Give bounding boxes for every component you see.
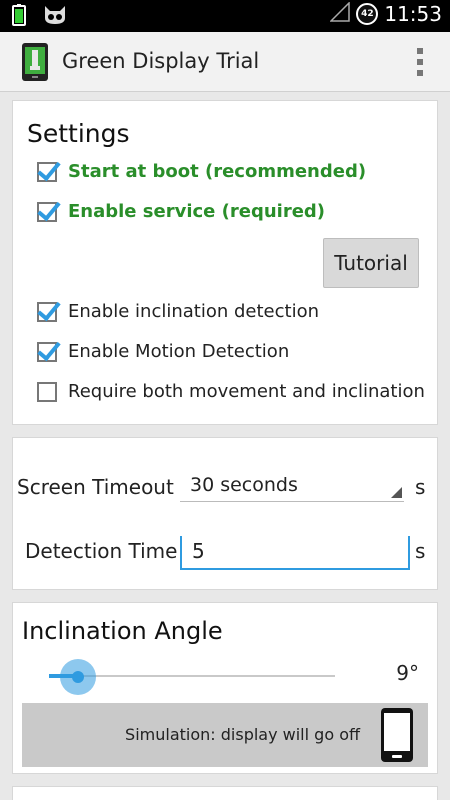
phone-icon <box>380 707 414 763</box>
cyanogen-mascot-icon <box>42 4 68 30</box>
require-both-label: Require both movement and inclination <box>68 381 425 402</box>
inclination-card: Inclination Angle 9° Simulation: display… <box>12 602 438 774</box>
battery-icon <box>12 4 26 30</box>
next-card <box>12 786 438 800</box>
inclination-title: Inclination Angle <box>22 617 223 645</box>
screen-timeout-label: Screen Timeout <box>17 475 174 499</box>
screen-timeout-spinner[interactable]: 30 seconds <box>180 470 404 502</box>
dropdown-arrow-icon <box>391 487 402 498</box>
overflow-menu-icon[interactable] <box>416 48 424 76</box>
status-bar: 42 11:53 <box>0 0 450 32</box>
require-both-option[interactable]: Require both movement and inclination <box>37 381 425 402</box>
inclination-angle-value: 9° <box>396 661 419 685</box>
settings-card: Settings Start at boot (recommended) Ena… <box>12 100 438 425</box>
enable-service-label: Enable service (required) <box>68 201 326 222</box>
slider-thumb[interactable] <box>72 671 84 683</box>
clock: 11:53 <box>384 2 442 26</box>
motion-detection-option[interactable]: Enable Motion Detection <box>37 341 289 362</box>
simulation-text: Simulation: display will go off <box>125 725 360 744</box>
motion-detection-checkbox[interactable] <box>37 341 57 362</box>
enable-service-option[interactable]: Enable service (required) <box>37 201 325 222</box>
screen-timeout-value: 30 seconds <box>190 474 298 496</box>
start-at-boot-checkbox[interactable] <box>37 161 57 182</box>
detection-time-value: 5 <box>192 539 205 563</box>
system-icons: 42 11:53 <box>329 1 442 26</box>
start-at-boot-option[interactable]: Start at boot (recommended) <box>37 161 366 182</box>
timing-card: Screen Timeout 30 seconds s Detection Ti… <box>12 437 438 590</box>
inclination-detection-label: Enable inclination detection <box>68 301 319 322</box>
battery-level-badge: 42 <box>356 3 379 25</box>
simulation-panel: Simulation: display will go off <box>22 703 428 767</box>
enable-service-checkbox[interactable] <box>37 201 57 222</box>
signal-icon <box>329 1 351 26</box>
motion-detection-label: Enable Motion Detection <box>68 341 290 362</box>
require-both-checkbox[interactable] <box>37 381 57 402</box>
detection-time-label: Detection Time <box>25 539 178 563</box>
inclination-detection-checkbox[interactable] <box>37 301 57 322</box>
start-at-boot-label: Start at boot (recommended) <box>68 161 367 182</box>
action-bar: Green Display Trial <box>0 32 450 92</box>
notification-icons <box>12 4 68 30</box>
detection-time-unit: s <box>415 539 426 563</box>
settings-title: Settings <box>27 119 130 148</box>
detection-time-input[interactable]: 5 <box>180 536 410 570</box>
app-title: Green Display Trial <box>62 49 260 73</box>
app-icon[interactable] <box>20 42 50 82</box>
screen-timeout-unit: s <box>415 475 426 499</box>
inclination-detection-option[interactable]: Enable inclination detection <box>37 301 319 322</box>
tutorial-button[interactable]: Tutorial <box>323 238 419 288</box>
